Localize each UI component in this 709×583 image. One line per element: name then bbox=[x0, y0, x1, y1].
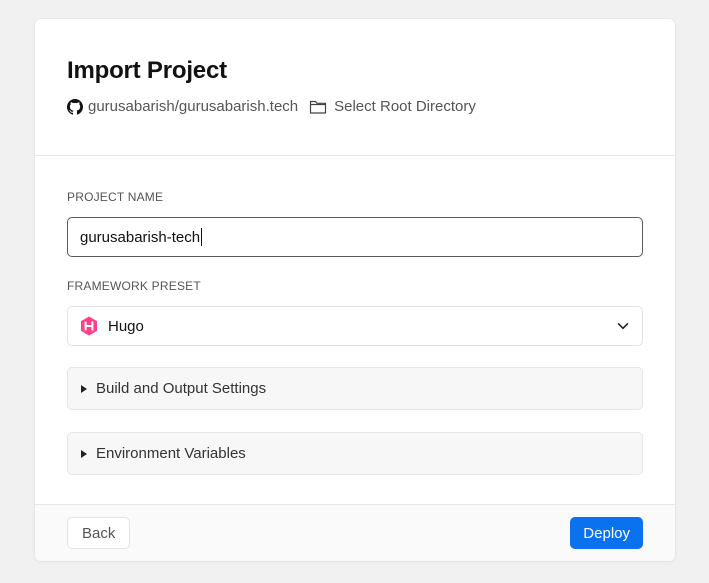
build-output-settings-label: Build and Output Settings bbox=[96, 380, 267, 397]
build-output-settings-toggle[interactable]: Build and Output Settings bbox=[67, 367, 643, 410]
deploy-button[interactable]: Deploy bbox=[570, 517, 643, 549]
dialog-header: Import Project gurusabarish/gurusabarish… bbox=[35, 19, 675, 156]
import-project-dialog: Import Project gurusabarish/gurusabarish… bbox=[35, 19, 675, 561]
hugo-icon bbox=[80, 316, 98, 336]
project-meta: gurusabarish/gurusabarish.tech Select Ro… bbox=[67, 98, 643, 115]
text-caret bbox=[201, 228, 203, 246]
folder-icon bbox=[309, 99, 327, 115]
select-root-directory-label: Select Root Directory bbox=[334, 98, 476, 115]
chevron-down-icon bbox=[616, 319, 630, 333]
page-title: Import Project bbox=[67, 57, 227, 84]
environment-variables-toggle[interactable]: Environment Variables bbox=[67, 432, 643, 475]
github-icon bbox=[67, 98, 83, 115]
environment-variables-label: Environment Variables bbox=[96, 445, 246, 462]
repo-name: gurusabarish/gurusabarish.tech bbox=[88, 98, 299, 115]
framework-preset-select[interactable]: Hugo bbox=[67, 306, 643, 346]
repo-link[interactable]: gurusabarish/gurusabarish.tech bbox=[67, 98, 298, 115]
framework-value: Hugo bbox=[108, 317, 144, 335]
triangle-right-icon bbox=[80, 449, 88, 459]
project-name-label: PROJECT NAME bbox=[67, 190, 164, 204]
project-name-input[interactable]: gurusabarish-tech bbox=[67, 217, 643, 257]
triangle-right-icon bbox=[80, 384, 88, 394]
project-name-value: gurusabarish-tech bbox=[80, 228, 201, 246]
select-root-directory-button[interactable]: Select Root Directory bbox=[309, 98, 476, 115]
framework-preset-label: FRAMEWORK PRESET bbox=[67, 279, 201, 293]
form-body: PROJECT NAME gurusabarish-tech FRAMEWORK… bbox=[35, 190, 675, 475]
dialog-footer: Back Deploy bbox=[35, 504, 675, 561]
back-button[interactable]: Back bbox=[67, 517, 131, 549]
